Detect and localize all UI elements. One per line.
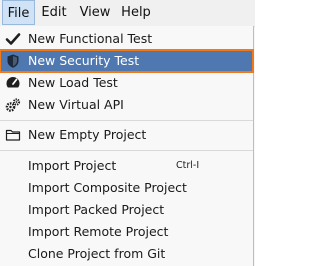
menu-item-clone-project-from-git[interactable]: Clone Project from Git <box>0 243 253 265</box>
menu-item-label: Import Remote Project <box>28 224 169 239</box>
menu-separator <box>0 150 253 151</box>
menu-file[interactable]: File <box>2 0 35 25</box>
menu-item-new-functional-test[interactable]: New Functional Test <box>0 28 253 50</box>
menu-item-label: Import Packed Project <box>28 202 165 217</box>
folder-icon <box>5 127 21 143</box>
menu-item-import-composite-project[interactable]: Import Composite Project <box>0 177 253 199</box>
shield-icon <box>5 53 21 69</box>
menu-item-label: New Virtual API <box>28 97 124 112</box>
menu-view[interactable]: View <box>76 0 114 25</box>
menu-item-new-load-test[interactable]: New Load Test <box>0 72 253 94</box>
menu-item-label: New Load Test <box>28 75 118 90</box>
menu-item-label: New Functional Test <box>28 31 153 46</box>
menu-item-label: New Security Test <box>28 53 140 68</box>
menu-item-import-remote-project[interactable]: Import Remote Project <box>0 221 253 243</box>
menu-item-label: Clone Project from Git <box>28 246 166 261</box>
speedometer-icon <box>5 75 21 91</box>
menu-item-import-packed-project[interactable]: Import Packed Project <box>0 199 253 221</box>
app-window: File Edit View Help New Functional Test … <box>0 0 255 266</box>
menu-separator <box>0 120 253 121</box>
file-menu-dropdown: New Functional Test New Security Test Ne… <box>0 26 254 266</box>
checkmark-icon <box>5 31 21 47</box>
gears-icon <box>5 97 21 113</box>
menu-item-shortcut: Ctrl-I <box>176 160 200 171</box>
menu-item-label: Import Project <box>28 158 117 173</box>
menu-item-label: New Empty Project <box>28 127 147 142</box>
menu-item-new-security-test[interactable]: New Security Test <box>0 49 254 73</box>
menubar: File Edit View Help <box>0 0 255 27</box>
menu-help[interactable]: Help <box>118 0 154 25</box>
menu-item-new-empty-project[interactable]: New Empty Project <box>0 124 253 146</box>
menu-edit[interactable]: Edit <box>37 0 71 25</box>
menu-item-import-project[interactable]: Import Project Ctrl-I <box>0 155 253 177</box>
menu-item-new-virtual-api[interactable]: New Virtual API <box>0 94 253 116</box>
menu-item-label: Import Composite Project <box>28 180 187 195</box>
